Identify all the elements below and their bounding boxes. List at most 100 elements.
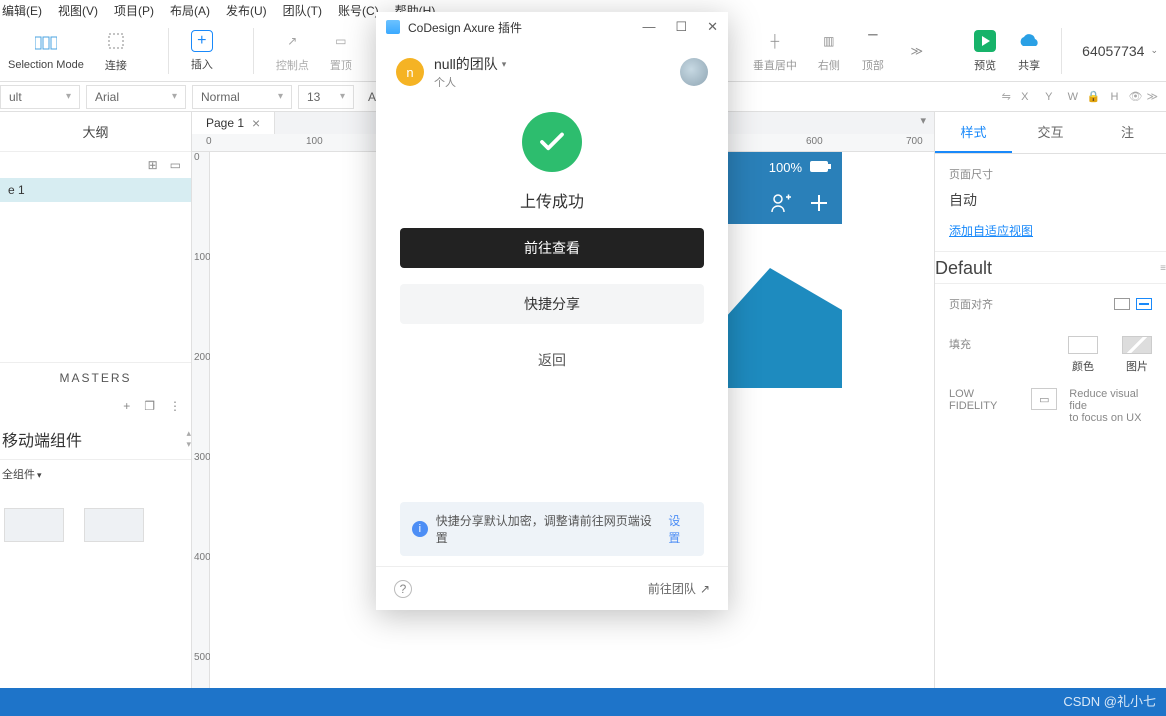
lofi-icon[interactable]: ▭ [1031, 388, 1057, 410]
modal-title-text: CoDesign Axure 插件 [408, 19, 522, 36]
team-name-dropdown[interactable]: null的团队▾ [434, 54, 506, 74]
tab-page1[interactable]: Page 1 × [192, 112, 275, 134]
points-button[interactable]: 连接 [104, 29, 128, 73]
selection-mode-label: Selection Mode [8, 59, 84, 71]
page-align-label: 页面对齐 [949, 296, 993, 312]
close-button[interactable]: ✕ [707, 19, 718, 35]
share-button[interactable]: 共享 [1017, 29, 1041, 73]
fill-label: 填充 [949, 336, 971, 352]
info-strip: i 快捷分享默认加密，调整请前往网页端设置 设置 [400, 502, 704, 556]
person-add-icon[interactable] [770, 192, 792, 214]
align-top-button[interactable]: ▔ 顶部 [861, 29, 885, 73]
menu-layout[interactable]: 布局(A) [170, 2, 210, 18]
page-size-value[interactable]: 自动 [949, 190, 1152, 210]
default-section[interactable]: Default≡ [935, 251, 1166, 284]
h-label: H [1105, 91, 1125, 103]
align-right-button[interactable]: ▥ 右侧 [817, 29, 841, 73]
share-label: 共享 [1018, 57, 1040, 73]
control-icon: ↗ [280, 29, 304, 53]
master-menu-icon[interactable]: ⋮ [169, 399, 181, 413]
tab-overflow-icon[interactable]: ▾ [912, 112, 934, 134]
user-avatar[interactable] [680, 58, 708, 86]
front-icon: ▭ [329, 29, 353, 53]
style-dropdown[interactable]: ult▾ [0, 85, 80, 109]
duplicate-master-icon[interactable]: ❐ [144, 399, 155, 413]
quick-share-button[interactable]: 快捷分享 [400, 284, 704, 324]
more-icon: ≡ [1160, 263, 1166, 274]
plus-icon: + [191, 30, 213, 52]
left-panel: 大纲 ⊞ ▭ e 1 MASTERS + ❐ ⋮ 移动端组件 ▴▾ 全组件 [0, 112, 192, 690]
points-icon [104, 29, 128, 53]
selection-mode-button[interactable]: Selection Mode [8, 31, 84, 71]
insert-button[interactable]: + 插入 [191, 30, 213, 72]
lock-icon[interactable]: 🔒 [1087, 90, 1101, 103]
control-point-button[interactable]: ↗ 控制点 [276, 29, 309, 73]
help-icon[interactable]: ? [394, 580, 412, 598]
library-dropdown[interactable]: 移动端组件 ▴▾ [0, 419, 191, 460]
x-label: X [1015, 91, 1035, 103]
tab-interaction[interactable]: 交互 [1012, 112, 1089, 153]
menu-project[interactable]: 项目(P) [114, 2, 154, 18]
user-id-dropdown[interactable]: 64057734 ⌄ [1082, 43, 1158, 59]
top2-label: 顶部 [862, 57, 884, 73]
settings-link[interactable]: 设置 [668, 512, 692, 546]
add-page-icon[interactable]: ⊞ [148, 158, 158, 172]
modal-titlebar: CoDesign Axure 插件 — ☐ ✕ [376, 12, 728, 42]
library-filter[interactable]: 全组件 [0, 460, 191, 488]
chevron-right-icon: ≫ [905, 39, 929, 63]
battery-icon [810, 161, 832, 173]
plus-icon[interactable] [808, 192, 830, 214]
font-dropdown[interactable]: Arial▾ [86, 85, 186, 109]
close-icon[interactable]: × [252, 115, 260, 131]
selection-icon [34, 31, 58, 55]
team-type-label: 个人 [434, 74, 506, 90]
weight-dropdown[interactable]: Normal▾ [192, 85, 292, 109]
user-id-label: 64057734 [1082, 43, 1144, 59]
fill-color-button[interactable]: 颜色 [1068, 336, 1098, 374]
maximize-button[interactable]: ☐ [675, 19, 687, 35]
menu-view[interactable]: 视图(V) [58, 2, 98, 18]
info-icon: i [412, 521, 428, 537]
widget-thumb[interactable] [4, 508, 64, 542]
y-label: Y [1039, 91, 1059, 103]
menu-edit[interactable]: 编辑(E) [2, 2, 42, 18]
preview-label: 预览 [974, 57, 996, 73]
folder-icon[interactable]: ▭ [170, 158, 181, 172]
page-tree-item[interactable]: e 1 [0, 178, 191, 202]
battery-label: 100% [769, 160, 802, 175]
insert-label: 插入 [191, 56, 213, 72]
fill-image-button[interactable]: 图片 [1122, 336, 1152, 374]
play-icon [973, 29, 997, 53]
goto-team-link[interactable]: 前往团队 ↗ [648, 580, 710, 597]
success-message: 上传成功 [520, 188, 584, 212]
align-left-button[interactable] [1114, 298, 1130, 310]
tab-notes[interactable]: 注 [1089, 112, 1166, 153]
external-link-icon: ↗ [700, 582, 710, 596]
align-center-button[interactable] [1136, 298, 1152, 310]
right-label: 右侧 [818, 57, 840, 73]
top-label: 置顶 [330, 57, 352, 73]
more-props-icon[interactable]: ≫ [1146, 90, 1158, 103]
outline-title: 大纲 [0, 112, 191, 152]
preview-button[interactable]: 预览 [973, 29, 997, 73]
tab-style[interactable]: 样式 [935, 112, 1012, 153]
align-vcenter-button[interactable]: ┼ 垂直居中 [753, 29, 797, 73]
view-button[interactable]: 前往查看 [400, 228, 704, 268]
ruler-vertical: 0100200300400500 [192, 152, 210, 690]
menu-account[interactable]: 账号(C) [338, 2, 379, 18]
ribbon-more-button[interactable]: ≫ [905, 39, 929, 63]
add-adaptive-view-link[interactable]: 添加自适应视图 [949, 222, 1152, 239]
size-dropdown[interactable]: 13▾ [298, 85, 354, 109]
add-master-icon[interactable]: + [123, 399, 130, 413]
menu-team[interactable]: 团队(T) [283, 2, 322, 18]
visibility-icon[interactable]: 👁 [1129, 90, 1143, 103]
widget-thumb[interactable] [84, 508, 144, 542]
bring-front-button[interactable]: ▭ 置顶 [329, 29, 353, 73]
watermark: CSDN @礼小七 [1063, 691, 1156, 710]
back-button[interactable]: 返回 [400, 340, 704, 380]
right-panel-tabs: 样式 交互 注 [935, 112, 1166, 154]
minimize-button[interactable]: — [642, 19, 655, 35]
flip-icon[interactable]: ⇋ [1002, 90, 1011, 103]
w-label: W [1063, 91, 1083, 103]
menu-publish[interactable]: 发布(U) [226, 2, 267, 18]
